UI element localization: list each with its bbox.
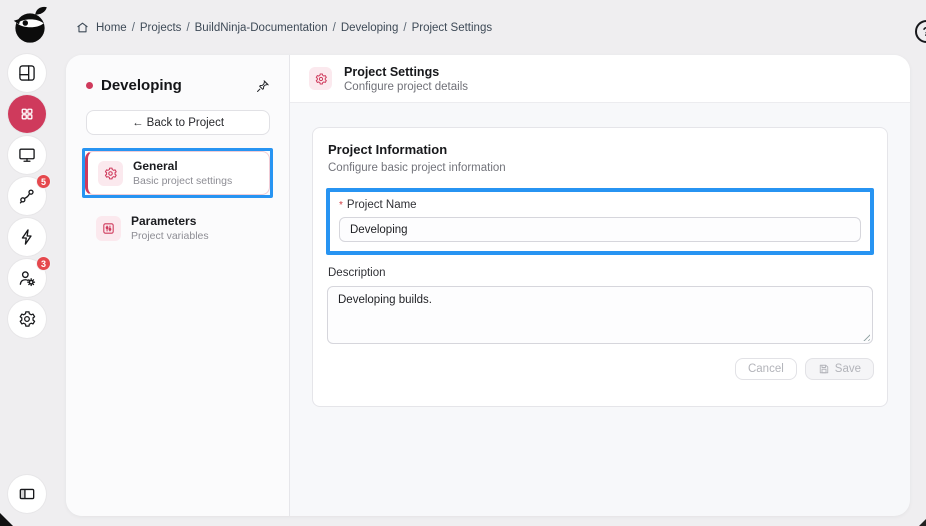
- cursor-artifact: [0, 513, 13, 526]
- projects-grid-icon: [21, 108, 33, 120]
- dashboard-icon: [19, 65, 35, 81]
- save-button-label: Save: [834, 363, 861, 375]
- highlight-box-general: General Basic project settings: [82, 148, 273, 198]
- rail-users-button[interactable]: 3: [8, 256, 51, 297]
- parameters-sliders-icon: [96, 215, 121, 241]
- help-button[interactable]: ?: [915, 20, 926, 43]
- page-header-gear-icon: [309, 67, 332, 90]
- cursor-artifact: [919, 519, 926, 526]
- monitor-icon: [19, 148, 35, 162]
- breadcrumb-project-settings[interactable]: Project Settings: [412, 22, 493, 34]
- rail-actions-button[interactable]: [8, 218, 46, 256]
- highlight-box-project-name: * Project Name: [326, 188, 874, 255]
- breadcrumb-developing[interactable]: Developing: [341, 22, 399, 34]
- sidebar-item-general-label: General: [133, 159, 178, 173]
- project-title: Developing: [101, 77, 182, 94]
- users-badge: 3: [36, 256, 51, 271]
- breadcrumb-separator: /: [131, 21, 135, 34]
- breadcrumb-separator: /: [186, 21, 190, 34]
- project-panel-header: Developing: [66, 55, 289, 94]
- form-actions: Cancel Save: [326, 358, 874, 380]
- card-subtitle: Configure basic project information: [328, 162, 506, 174]
- rail-settings-button[interactable]: [8, 300, 46, 338]
- back-to-project-button[interactable]: ← Back to Project: [86, 110, 270, 135]
- app-panel: Developing ← Back to Project General Bas…: [66, 55, 910, 516]
- back-arrow-icon: ←: [131, 116, 144, 129]
- breadcrumb-buildninja-documentation[interactable]: BuildNinja-Documentation: [195, 22, 328, 34]
- card-title: Project Information: [328, 142, 448, 157]
- home-icon: [77, 22, 88, 32]
- breadcrumb-separator: /: [332, 21, 336, 34]
- project-status-dot: [86, 82, 93, 89]
- pipeline-badge: 5: [36, 174, 51, 189]
- project-information-card: Project Information Configure basic proj…: [312, 127, 888, 407]
- breadcrumb: Home / Projects / BuildNinja-Documentati…: [66, 22, 492, 34]
- save-floppy-icon: [819, 364, 828, 374]
- pin-icon[interactable]: [255, 78, 271, 94]
- sidebar-item-general-description: Basic project settings: [133, 175, 233, 187]
- gear-icon: [19, 311, 36, 327]
- page-title: Project Settings: [344, 64, 440, 79]
- cancel-button-label: Cancel: [747, 363, 784, 375]
- page-subtitle: Configure project details: [344, 80, 469, 93]
- breadcrumb-home[interactable]: Home: [96, 22, 127, 34]
- pipeline-icon: [19, 189, 34, 204]
- sidebar-item-general[interactable]: General Basic project settings: [85, 151, 270, 195]
- general-gear-icon: [98, 160, 123, 186]
- icon-rail: 5 3: [0, 0, 66, 526]
- rail-agents-button[interactable]: [8, 136, 46, 174]
- project-name-input[interactable]: [339, 217, 861, 242]
- page-header: Project Settings Configure project detai…: [290, 55, 910, 103]
- save-button[interactable]: Save: [804, 358, 874, 380]
- project-panel: Developing ← Back to Project General Bas…: [66, 55, 290, 516]
- cancel-button[interactable]: Cancel: [734, 358, 797, 380]
- brand-ninja-logo[interactable]: [7, 4, 53, 50]
- breadcrumb-separator: /: [403, 21, 407, 34]
- description-label: Description: [328, 267, 386, 279]
- topbar: Home / Projects / BuildNinja-Documentati…: [66, 0, 926, 55]
- sidebar-item-parameters-label: Parameters: [131, 214, 197, 228]
- back-button-label: Back to Project: [146, 116, 225, 129]
- lightning-icon: [21, 229, 32, 245]
- rail-pipelines-button[interactable]: 5: [8, 174, 51, 215]
- sidebar-collapse-icon: [19, 488, 35, 500]
- description-textarea[interactable]: Developing builds.: [327, 286, 873, 344]
- sidebar-item-parameters[interactable]: Parameters Project variables: [86, 207, 273, 249]
- project-name-label: * Project Name: [339, 199, 417, 211]
- rail-collapse-button[interactable]: [8, 475, 46, 513]
- required-marker: *: [339, 200, 343, 211]
- rail-dashboard-button[interactable]: [8, 54, 46, 92]
- rail-projects-button[interactable]: [8, 95, 46, 133]
- main-content: Project Settings Configure project detai…: [290, 55, 910, 516]
- user-settings-icon: [19, 271, 36, 287]
- breadcrumb-projects[interactable]: Projects: [140, 22, 182, 34]
- screen: 5 3 Home / Projects / BuildNinja-Documen…: [0, 0, 926, 526]
- sidebar-item-parameters-description: Project variables: [131, 230, 209, 242]
